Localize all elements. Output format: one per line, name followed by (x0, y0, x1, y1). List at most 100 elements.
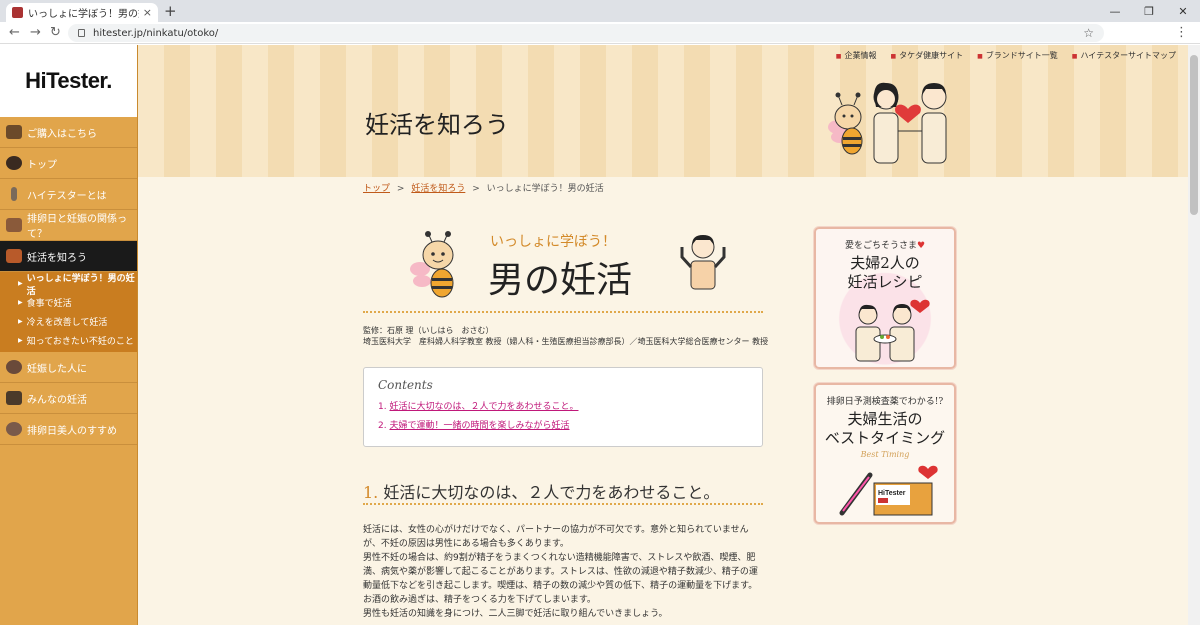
link-sitemap[interactable]: ハイテスターサイトマップ (1072, 50, 1176, 61)
recipe-title-line1: 夫婦2人の (850, 254, 920, 272)
link-takeda-health[interactable]: タケダ健康サイト (890, 50, 963, 61)
cart-icon (6, 125, 22, 139)
top-links: 企業情報 タケダ健康サイト ブランドサイト一覧 ハイテスターサイトマップ (138, 45, 1188, 65)
address-bar[interactable]: hitester.jp/ninkatu/otoko/ ☆ (68, 24, 1104, 42)
timing-banner-title: 夫婦生活の ベストタイミング (816, 410, 954, 448)
link-brand-sites[interactable]: ブランドサイト一覧 (977, 50, 1058, 61)
couple-illustration (828, 82, 947, 164)
favicon-icon (12, 7, 23, 18)
browser-menu-icon[interactable]: ⋮ (1175, 25, 1188, 40)
sidebar-subitem-hie[interactable]: 冷えを改善して妊活 (0, 312, 137, 331)
sidebar-item-top[interactable]: トップ (0, 148, 137, 179)
breadcrumb-home[interactable]: トップ (363, 184, 390, 194)
sidebar-subitem-otoko[interactable]: いっしょに学ぼう！男の妊活 (0, 274, 137, 297)
tab-title: いっしょに学ぼう！男の妊活：タケダ (28, 9, 139, 20)
section-number: 1. (363, 483, 379, 502)
sidebar-item-label: ハイテスターとは (27, 190, 107, 202)
couple-icon (6, 218, 22, 232)
sidebar-item-label: みんなの妊活 (27, 394, 87, 406)
cooking-couple-illustration (855, 299, 930, 362)
window-controls: — ❐ ✕ (1098, 0, 1200, 22)
contents-item-number: 2. (378, 421, 387, 431)
bee-illustration (410, 231, 454, 298)
timing-banner-english: Best Timing (860, 450, 910, 459)
contents-item-1[interactable]: 1. 妊活に大切なのは、２人で力をあわせること。 (378, 399, 748, 412)
contents-item-link[interactable]: 妊活に大切なのは、２人で力をあわせること。 (389, 402, 578, 412)
back-button[interactable]: ← (9, 25, 20, 40)
browser-tab-bar: いっしょに学ぼう！男の妊活：タケダ × + — ❐ ✕ (0, 0, 1200, 22)
breadcrumb-parent[interactable]: 妊活を知ろう (411, 184, 465, 194)
hero-subtitle: いっしょに学ぼう！ (490, 234, 616, 250)
lock-icon (78, 29, 85, 37)
sidebar-item-label: 妊活を知ろう (27, 252, 87, 264)
supervisor-name: 監修：石原 理（いしはら おさむ） (363, 326, 494, 335)
dotted-divider (363, 503, 763, 505)
contents-item-number: 1. (378, 402, 387, 412)
browser-tab[interactable]: いっしょに学ぼう！男の妊活：タケダ × (6, 3, 158, 22)
box-label: HiTester (878, 490, 906, 497)
reload-button[interactable]: ↻ (50, 25, 61, 40)
sidebar-item-bijin[interactable]: 排卵日美人のすすめ (0, 414, 137, 445)
browser-toolbar: ← → ↻ hitester.jp/ninkatu/otoko/ ☆ ⋮ (0, 22, 1200, 44)
timing-banner[interactable]: 排卵日予測検査薬でわかる!? 夫婦生活の ベストタイミング Best Timin… (814, 383, 956, 524)
beauty-icon (6, 422, 22, 436)
page-banner: 妊活を知ろう (138, 65, 1188, 177)
sidebar-item-ovulation[interactable]: 排卵日と妊娠の関係って？ (0, 210, 137, 241)
sidebar-subitem-funin[interactable]: 知っておきたい不妊のこと (0, 331, 137, 350)
hitester-logo[interactable]: HiTester. (0, 45, 137, 117)
url-text: hitester.jp/ninkatu/otoko/ (93, 27, 219, 39)
recipe-tagline-text: 愛をごちそうさま (844, 241, 917, 251)
contents-heading: Contents (378, 378, 433, 392)
sidebar: HiTester. ご購入はこちら トップ ハイテスターとは 排卵日と妊娠の関係… (0, 45, 138, 625)
tester-box-illustration: HiTester (839, 465, 938, 516)
main-content: 企業情報 タケダ健康サイト ブランドサイト一覧 ハイテスターサイトマップ 妊活を… (138, 45, 1188, 625)
pregnant-icon (6, 360, 22, 374)
hero-title: 男の妊活 (488, 260, 633, 301)
recipe-banner-tagline: 愛をごちそうさま♥ (816, 238, 954, 251)
recipe-title-line2: 妊活レシピ (847, 273, 923, 291)
strong-man-illustration (680, 235, 726, 290)
sidebar-item-label: ご購入はこちら (27, 128, 97, 140)
sidebar-nav: ご購入はこちら トップ ハイテスターとは 排卵日と妊娠の関係って？ 妊活を知ろう… (0, 117, 137, 445)
maximize-button[interactable]: ❐ (1132, 0, 1166, 22)
timing-banner-tagline: 排卵日予測検査薬でわかる!? (826, 397, 944, 407)
sidebar-item-ninkatsu[interactable]: 妊活を知ろう (0, 241, 137, 272)
contents-item-link[interactable]: 夫婦で運動！一緒の時間を楽しみながら妊活 (389, 421, 569, 431)
close-window-button[interactable]: ✕ (1166, 0, 1200, 22)
breadcrumb-separator: > (396, 184, 405, 194)
heart-icon: ♥ (916, 241, 926, 251)
sidebar-item-minna[interactable]: みんなの妊活 (0, 383, 137, 414)
tab-close-icon[interactable]: × (143, 6, 152, 19)
sidebar-item-purchase[interactable]: ご購入はこちら (0, 117, 137, 148)
supervisor-info: 監修：石原 理（いしはら おさむ） 埼玉医科大学 産科婦人科学教室 教授（婦人科… (363, 325, 768, 347)
body-paragraph: 妊活には、女性の心がけだけでなく、パートナーの協力が不可欠です。意外と知られてい… (363, 525, 749, 549)
recipe-banner-title: 夫婦2人の 妊活レシピ (816, 254, 954, 292)
page-scrollbar[interactable] (1188, 45, 1200, 625)
dotted-divider (363, 311, 763, 313)
forward-button[interactable]: → (30, 25, 41, 40)
section-title-text: 妊活に大切なのは、２人で力をあわせること。 (383, 483, 720, 502)
body-paragraph: 男性不妊の場合は、約9割が精子をうまくつくれない造精機能障害で、ストレスや飲酒、… (363, 553, 758, 605)
minimize-button[interactable]: — (1098, 0, 1132, 22)
contents-item-2[interactable]: 2. 夫婦で運動！一緒の時間を楽しみながら妊活 (378, 418, 748, 431)
new-tab-button[interactable]: + (164, 2, 177, 20)
banner-title: 妊活を知ろう (365, 111, 509, 139)
bookmark-star-icon[interactable]: ☆ (1083, 26, 1094, 40)
sidebar-submenu: いっしょに学ぼう！男の妊活 食事で妊活 冷えを改善して妊活 知っておきたい不妊の… (0, 272, 137, 352)
breadcrumb-current: いっしょに学ぼう！男の妊活 (486, 184, 604, 194)
sidebar-item-about[interactable]: ハイテスターとは (0, 179, 137, 210)
sidebar-item-pregnant[interactable]: 妊娠した人に (0, 352, 137, 383)
ninkatsu-icon (6, 249, 22, 263)
supervisor-affiliation: 埼玉医科大学 産科婦人科学教室 教授（婦人科・生殖医療担当診療部長）／埼玉医科大… (363, 337, 769, 346)
sidebar-item-label: トップ (27, 159, 57, 171)
link-company[interactable]: 企業情報 (836, 50, 876, 61)
tester-icon (11, 187, 17, 201)
timing-title-line1: 夫婦生活の (847, 410, 923, 428)
sidebar-item-label: 妊娠した人に (27, 363, 87, 375)
book-icon (6, 391, 22, 405)
breadcrumb: トップ > 妊活を知ろう > いっしょに学ぼう！男の妊活 (363, 181, 604, 194)
section-1-body: 妊活には、女性の心がけだけでなく、パートナーの協力が不可欠です。意外と知られてい… (363, 523, 763, 621)
recipe-banner[interactable]: 愛をごちそうさま♥ 夫婦2人の 妊活レシピ (814, 227, 956, 369)
breadcrumb-separator: > (472, 184, 480, 194)
scrollbar-thumb[interactable] (1190, 55, 1198, 215)
